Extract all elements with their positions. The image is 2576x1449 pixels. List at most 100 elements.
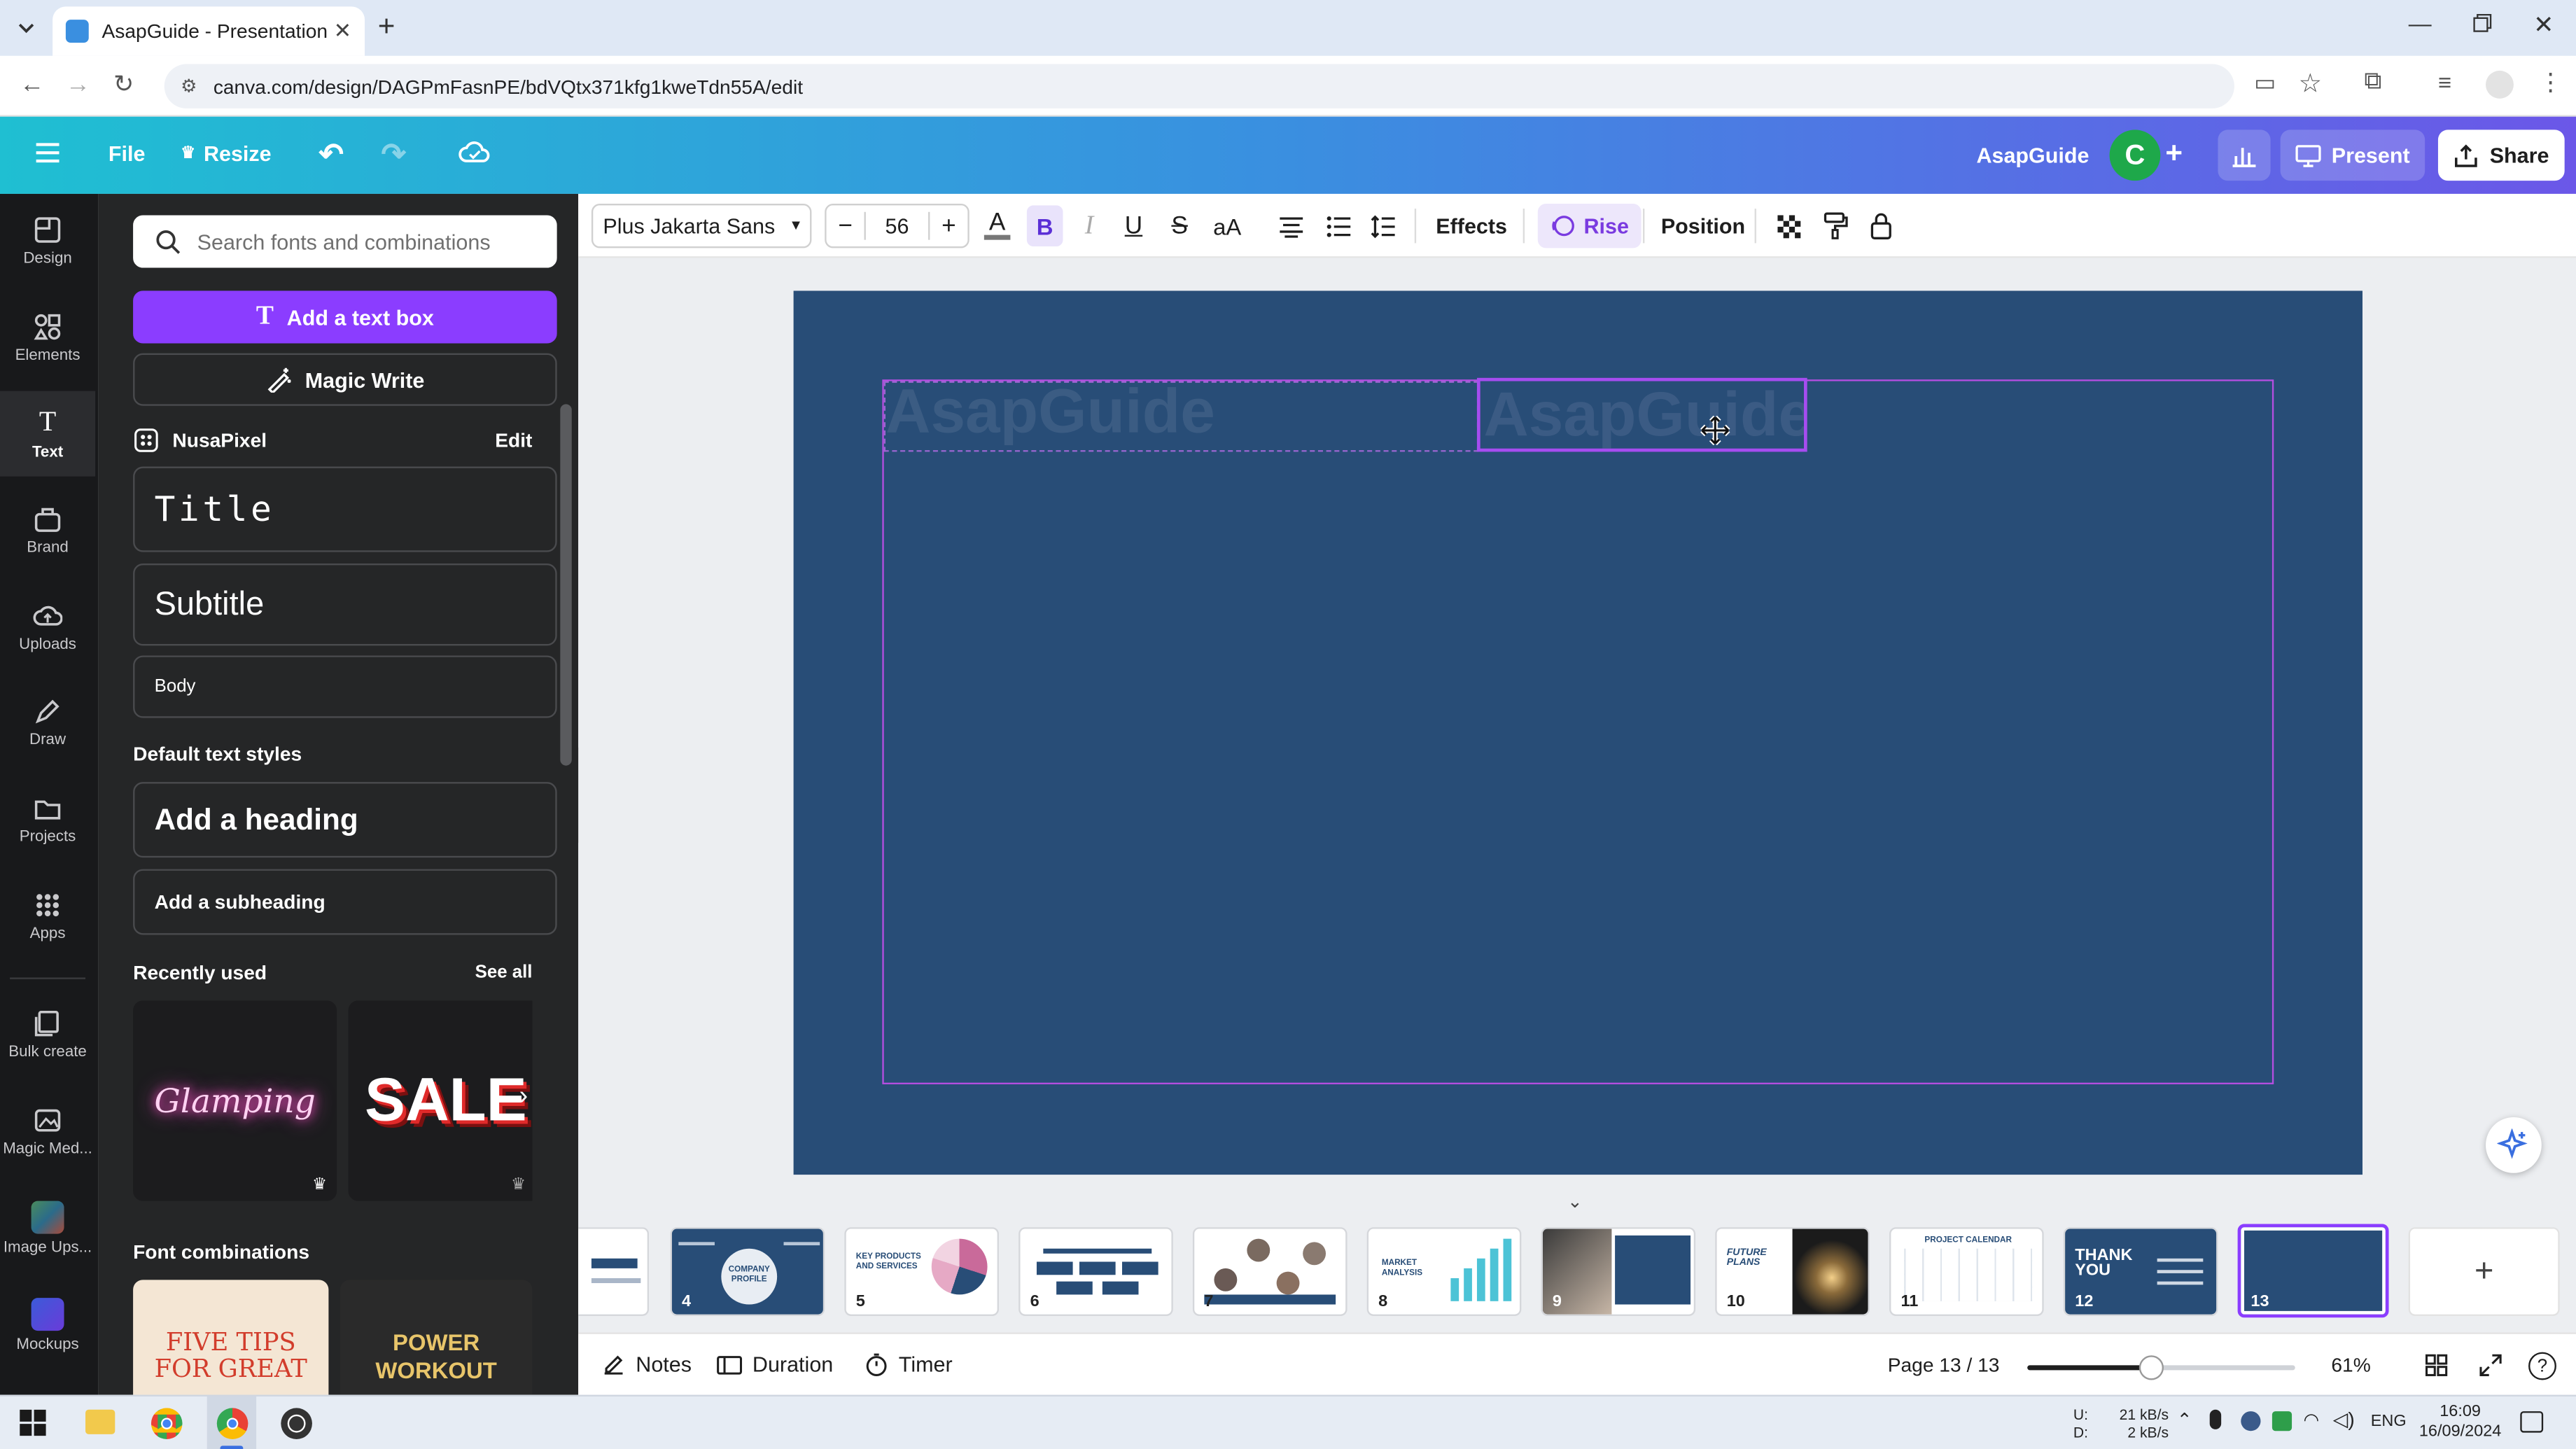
spacing-icon[interactable] <box>1368 194 1398 258</box>
site-settings-icon[interactable]: ⚙ <box>181 76 197 97</box>
rail-image-upscaler[interactable]: Image Ups... <box>0 1186 95 1272</box>
windows-start-icon[interactable] <box>20 1409 46 1436</box>
page-thumb-13-active[interactable]: 13 <box>2237 1224 2389 1318</box>
zoom-slider[interactable] <box>2027 1355 2295 1380</box>
paint-format-icon[interactable] <box>1822 194 1849 258</box>
tab-list-chevron-icon[interactable] <box>13 15 40 41</box>
tray-overflow-icon[interactable]: ⌃ <box>2177 1410 2192 1431</box>
slide-text-right-box[interactable]: AsapGuide <box>1476 377 1807 452</box>
bold-icon[interactable]: B <box>1026 205 1063 247</box>
page-thumb-6[interactable]: 6 <box>1018 1227 1173 1316</box>
rail-design[interactable]: Design <box>0 199 95 284</box>
media-controls-icon[interactable]: ≡ <box>2438 69 2451 96</box>
present-button[interactable]: Present <box>2280 130 2426 181</box>
rail-uploads[interactable]: Uploads <box>0 585 95 671</box>
font-family-dropdown[interactable]: Plus Jakarta Sans ▾ <box>591 204 812 248</box>
duration-button[interactable]: Duration <box>716 1352 833 1377</box>
combo-five-tips[interactable]: FIVE TIPS FOR GREAT <box>133 1280 329 1395</box>
lock-icon[interactable] <box>1870 194 1893 258</box>
animate-button[interactable]: Rise <box>1537 204 1642 248</box>
browser-menu-icon[interactable]: ⋮ <box>2538 67 2563 97</box>
notes-button[interactable]: Notes <box>601 1352 692 1377</box>
page-thumb-5[interactable]: KEY PRODUCTS AND SERVICES 5 <box>844 1227 999 1316</box>
magic-write-button[interactable]: Magic Write <box>133 353 557 406</box>
recent-glamping-template[interactable]: Glamping ♛ <box>133 1000 337 1201</box>
timer-button[interactable]: Timer <box>864 1352 953 1377</box>
new-tab-icon[interactable]: + <box>378 10 396 44</box>
rail-mockups[interactable]: Mockups <box>0 1283 95 1368</box>
fullscreen-icon[interactable] <box>2479 1354 2502 1377</box>
recent-sale-template[interactable]: SALE ♛ <box>348 1000 533 1201</box>
profile-avatar[interactable] <box>2486 70 2514 99</box>
effects-button[interactable]: Effects <box>1436 194 1507 258</box>
rail-draw[interactable]: Draw <box>0 680 95 766</box>
volume-icon[interactable]: ◁) <box>2333 1408 2355 1431</box>
panel-scrollbar[interactable] <box>560 404 572 766</box>
install-app-icon[interactable]: ▭ <box>2254 69 2276 97</box>
close-window-icon[interactable]: ✕ <box>2533 10 2554 39</box>
font-size-value[interactable]: 56 <box>866 214 928 238</box>
brand-body-style[interactable]: Body <box>133 655 557 718</box>
zoom-level[interactable]: 61% <box>2331 1354 2370 1377</box>
zoom-slider-thumb[interactable] <box>2138 1355 2164 1380</box>
back-icon[interactable]: ← <box>20 71 44 99</box>
forward-icon[interactable]: → <box>66 71 90 99</box>
rail-elements[interactable]: Elements <box>0 295 95 381</box>
text-color-button[interactable]: A <box>983 194 1012 258</box>
combo-power-workout[interactable]: POWER WORKOUT <box>340 1280 533 1395</box>
page-indicator[interactable]: Page 13 / 13 <box>1888 1354 2000 1377</box>
see-all-link[interactable]: See all <box>475 962 533 982</box>
obs-recorder-icon[interactable] <box>281 1408 312 1439</box>
grid-view-icon[interactable] <box>2425 1354 2448 1377</box>
chrome-icon[interactable] <box>150 1408 183 1439</box>
page-thumb-10[interactable]: FUTURE PLANS 10 <box>1715 1227 1870 1316</box>
edit-brand-link[interactable]: Edit <box>495 429 532 452</box>
page-thumb-11[interactable]: PROJECT CALENDAR 11 <box>1889 1227 2044 1316</box>
rail-bulk-create[interactable]: Bulk create <box>0 993 95 1078</box>
slide-text-left[interactable]: AsapGuide <box>886 378 1215 449</box>
italic-icon[interactable]: I <box>1078 194 1101 258</box>
help-icon[interactable]: ? <box>2528 1352 2556 1380</box>
file-menu-button[interactable]: File <box>108 141 146 166</box>
design-title[interactable]: AsapGuide <box>1976 143 2089 167</box>
group-selection-frame[interactable] <box>882 379 2274 1085</box>
text-align-icon[interactable] <box>1277 194 1306 258</box>
page-thumb-8[interactable]: MARKET ANALYSIS 8 <box>1366 1227 1522 1316</box>
tray-green-icon[interactable] <box>2272 1411 2292 1432</box>
rail-apps[interactable]: Apps <box>0 874 95 960</box>
page-thumb-7[interactable]: 7 <box>1192 1227 1348 1316</box>
resize-button[interactable]: ♛ Resize <box>181 141 271 166</box>
brand-subtitle-style[interactable]: Subtitle <box>133 564 557 646</box>
file-explorer-icon[interactable] <box>85 1409 115 1434</box>
page-thumb-3[interactable] <box>578 1227 650 1316</box>
language-indicator[interactable]: ENG <box>2371 1413 2407 1431</box>
browser-tab[interactable]: AsapGuide - Presentation ✕ <box>52 6 365 56</box>
main-menu-icon[interactable] <box>33 139 62 166</box>
bookmark-star-icon[interactable]: ☆ <box>2298 67 2322 100</box>
add-subheading-button[interactable]: Add a subheading <box>133 869 557 935</box>
analytics-button[interactable] <box>2218 130 2271 181</box>
slide-canvas[interactable]: AsapGuide AsapGuide <box>793 290 2362 1175</box>
microphone-icon[interactable] <box>2209 1409 2222 1429</box>
page-thumb-4[interactable]: COMPANY PROFILE 4 <box>670 1227 825 1316</box>
font-search-input[interactable]: Search fonts and combinations <box>133 215 557 268</box>
restore-window-icon[interactable] <box>2471 11 2494 34</box>
share-button[interactable]: Share <box>2437 130 2565 181</box>
user-avatar[interactable]: C <box>2109 130 2161 181</box>
add-text-box-button[interactable]: T Add a text box <box>133 290 557 344</box>
add-heading-button[interactable]: Add a heading <box>133 782 557 858</box>
tray-app-icon[interactable] <box>2241 1411 2261 1432</box>
add-page-button[interactable]: + <box>2408 1227 2560 1316</box>
extensions-icon[interactable]: ⧉ <box>2364 67 2381 95</box>
minimize-window-icon[interactable]: — <box>2409 10 2432 36</box>
url-field[interactable]: ⚙ canva.com/design/DAGPmFasnPE/bdVQtx371… <box>164 64 2234 108</box>
letter-case-icon[interactable]: aA <box>1211 194 1244 258</box>
invite-plus-icon[interactable]: + <box>2165 136 2183 171</box>
carousel-next-icon[interactable]: › <box>519 1083 528 1112</box>
page-thumb-12[interactable]: THANK YOU 12 <box>2063 1227 2218 1316</box>
brand-title-style[interactable]: Title <box>133 466 557 552</box>
rail-text[interactable]: T Text <box>0 391 96 477</box>
increase-font-size-button[interactable]: + <box>928 211 967 240</box>
position-button[interactable]: Position <box>1661 194 1745 258</box>
list-icon[interactable] <box>1324 194 1354 258</box>
